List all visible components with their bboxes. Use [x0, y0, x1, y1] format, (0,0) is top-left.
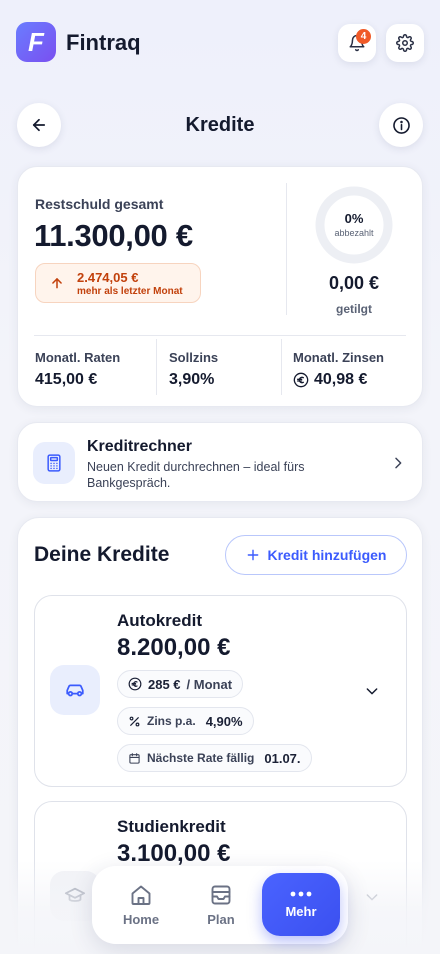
stat-label: Monatl. Raten — [35, 350, 121, 365]
nav-plan-label: Plan — [207, 912, 235, 927]
nav-plan[interactable]: Plan — [184, 874, 258, 936]
calendar-icon — [129, 752, 140, 764]
loan-interest-value: 4,90% — [205, 713, 243, 729]
notification-badge: 4 — [356, 29, 371, 44]
stat-divider — [281, 339, 282, 395]
app-logo[interactable]: F — [16, 22, 56, 62]
change-text: mehr als letzter Monat — [77, 286, 183, 297]
app-name: Fintraq — [66, 30, 141, 55]
settings-button[interactable] — [386, 24, 424, 62]
page-title: Kredite — [185, 114, 255, 136]
stat-divider — [156, 339, 157, 395]
loan-name: Studienkredit — [117, 817, 226, 836]
gear-icon — [396, 34, 414, 52]
chevron-right-icon — [395, 457, 402, 469]
nav-home-label: Home — [122, 912, 160, 927]
stat-label: Sollzins — [169, 350, 219, 365]
stat-value: 40,98 € — [314, 371, 368, 388]
change-value: 2.474,05 € — [77, 270, 139, 285]
add-loan-button[interactable]: Kredit hinzufügen — [225, 535, 407, 575]
stat-monthly-rates: Monatl. Raten 415,00 € — [35, 350, 120, 389]
stat-monthly-interest: Monatl. Zinsen 40,98 € — [293, 350, 384, 389]
stat-value: 415,00 € — [35, 371, 98, 388]
summary-label: Restschuld gesamt — [35, 196, 164, 212]
info-button[interactable] — [379, 103, 423, 147]
progress-label: abbezahlt — [334, 228, 374, 238]
loan-rate-pill: 285 € / Monat — [117, 670, 244, 698]
car-icon — [66, 684, 84, 697]
euro-icon — [293, 372, 309, 388]
euro-icon — [128, 677, 142, 691]
calculator-icon — [47, 454, 61, 472]
nav-home[interactable]: Home — [104, 874, 178, 936]
add-loan-label: Kredit hinzufügen — [267, 547, 387, 563]
change-badge: 2.474,05 € mehr als letzter Monat — [35, 263, 201, 303]
loans-title: Deine Kredite — [34, 543, 170, 566]
chevron-down-icon[interactable] — [364, 683, 380, 699]
calculator-title: Kreditrechner — [87, 438, 192, 455]
horizontal-divider — [34, 335, 406, 336]
plus-icon — [247, 549, 258, 561]
loan-next-value: 01.07. — [264, 750, 301, 766]
paid-value: 0,00 € — [328, 273, 380, 293]
loan-rate: 285 € — [148, 676, 181, 692]
loan-name: Autokredit — [117, 611, 202, 630]
stat-label: Monatl. Zinsen — [293, 350, 384, 365]
loan-rate-unit: / Monat — [186, 676, 233, 692]
calculator-description: Neuen Kredit durchrechnen – ideal fürs B… — [87, 460, 305, 490]
notifications-button[interactable]: 4 — [338, 24, 376, 62]
vertical-divider — [286, 183, 287, 315]
nav-more[interactable]: Mehr — [262, 873, 340, 936]
loan-interest-label: Zins p.a. — [147, 714, 196, 728]
arrow-up-icon — [52, 278, 62, 289]
summary-card: Restschuld gesamt 11.300,00 € 2.474,05 €… — [17, 166, 423, 407]
loan-interest-pill: Zins p.a. 4,90% — [117, 707, 254, 735]
home-icon — [131, 885, 151, 905]
loan-amount: 8.200,00 € — [117, 634, 231, 661]
calculator-icon-box — [33, 442, 75, 484]
loan-next-payment-pill: Nächste Rate fällig 01.07. — [117, 744, 312, 772]
loan-next-label: Nächste Rate fällig — [147, 751, 255, 765]
app-header: F Fintraq 4 — [16, 22, 424, 64]
calculator-card[interactable]: Kreditrechner Neuen Kredit durchrechnen … — [17, 422, 423, 502]
stat-interest-rate: Sollzins 3,90% — [169, 350, 218, 389]
summary-total: 11.300,00 € — [34, 218, 193, 253]
paid-label: getilgt — [336, 302, 372, 316]
bottom-nav: Home Plan Mehr — [92, 866, 348, 944]
progress-percent: 0% — [344, 211, 364, 226]
info-icon — [392, 116, 410, 134]
percent-icon — [129, 716, 140, 726]
loan-card-autokredit[interactable]: Autokredit 8.200,00 € 285 € / Monat Zins… — [34, 595, 407, 787]
inbox-icon — [211, 885, 231, 905]
more-dots-icon — [290, 891, 312, 896]
loan-icon-box — [50, 665, 100, 715]
nav-more-label: Mehr — [285, 903, 317, 919]
app-logo-letter: F — [28, 26, 44, 57]
stat-value: 3,90% — [169, 371, 215, 388]
